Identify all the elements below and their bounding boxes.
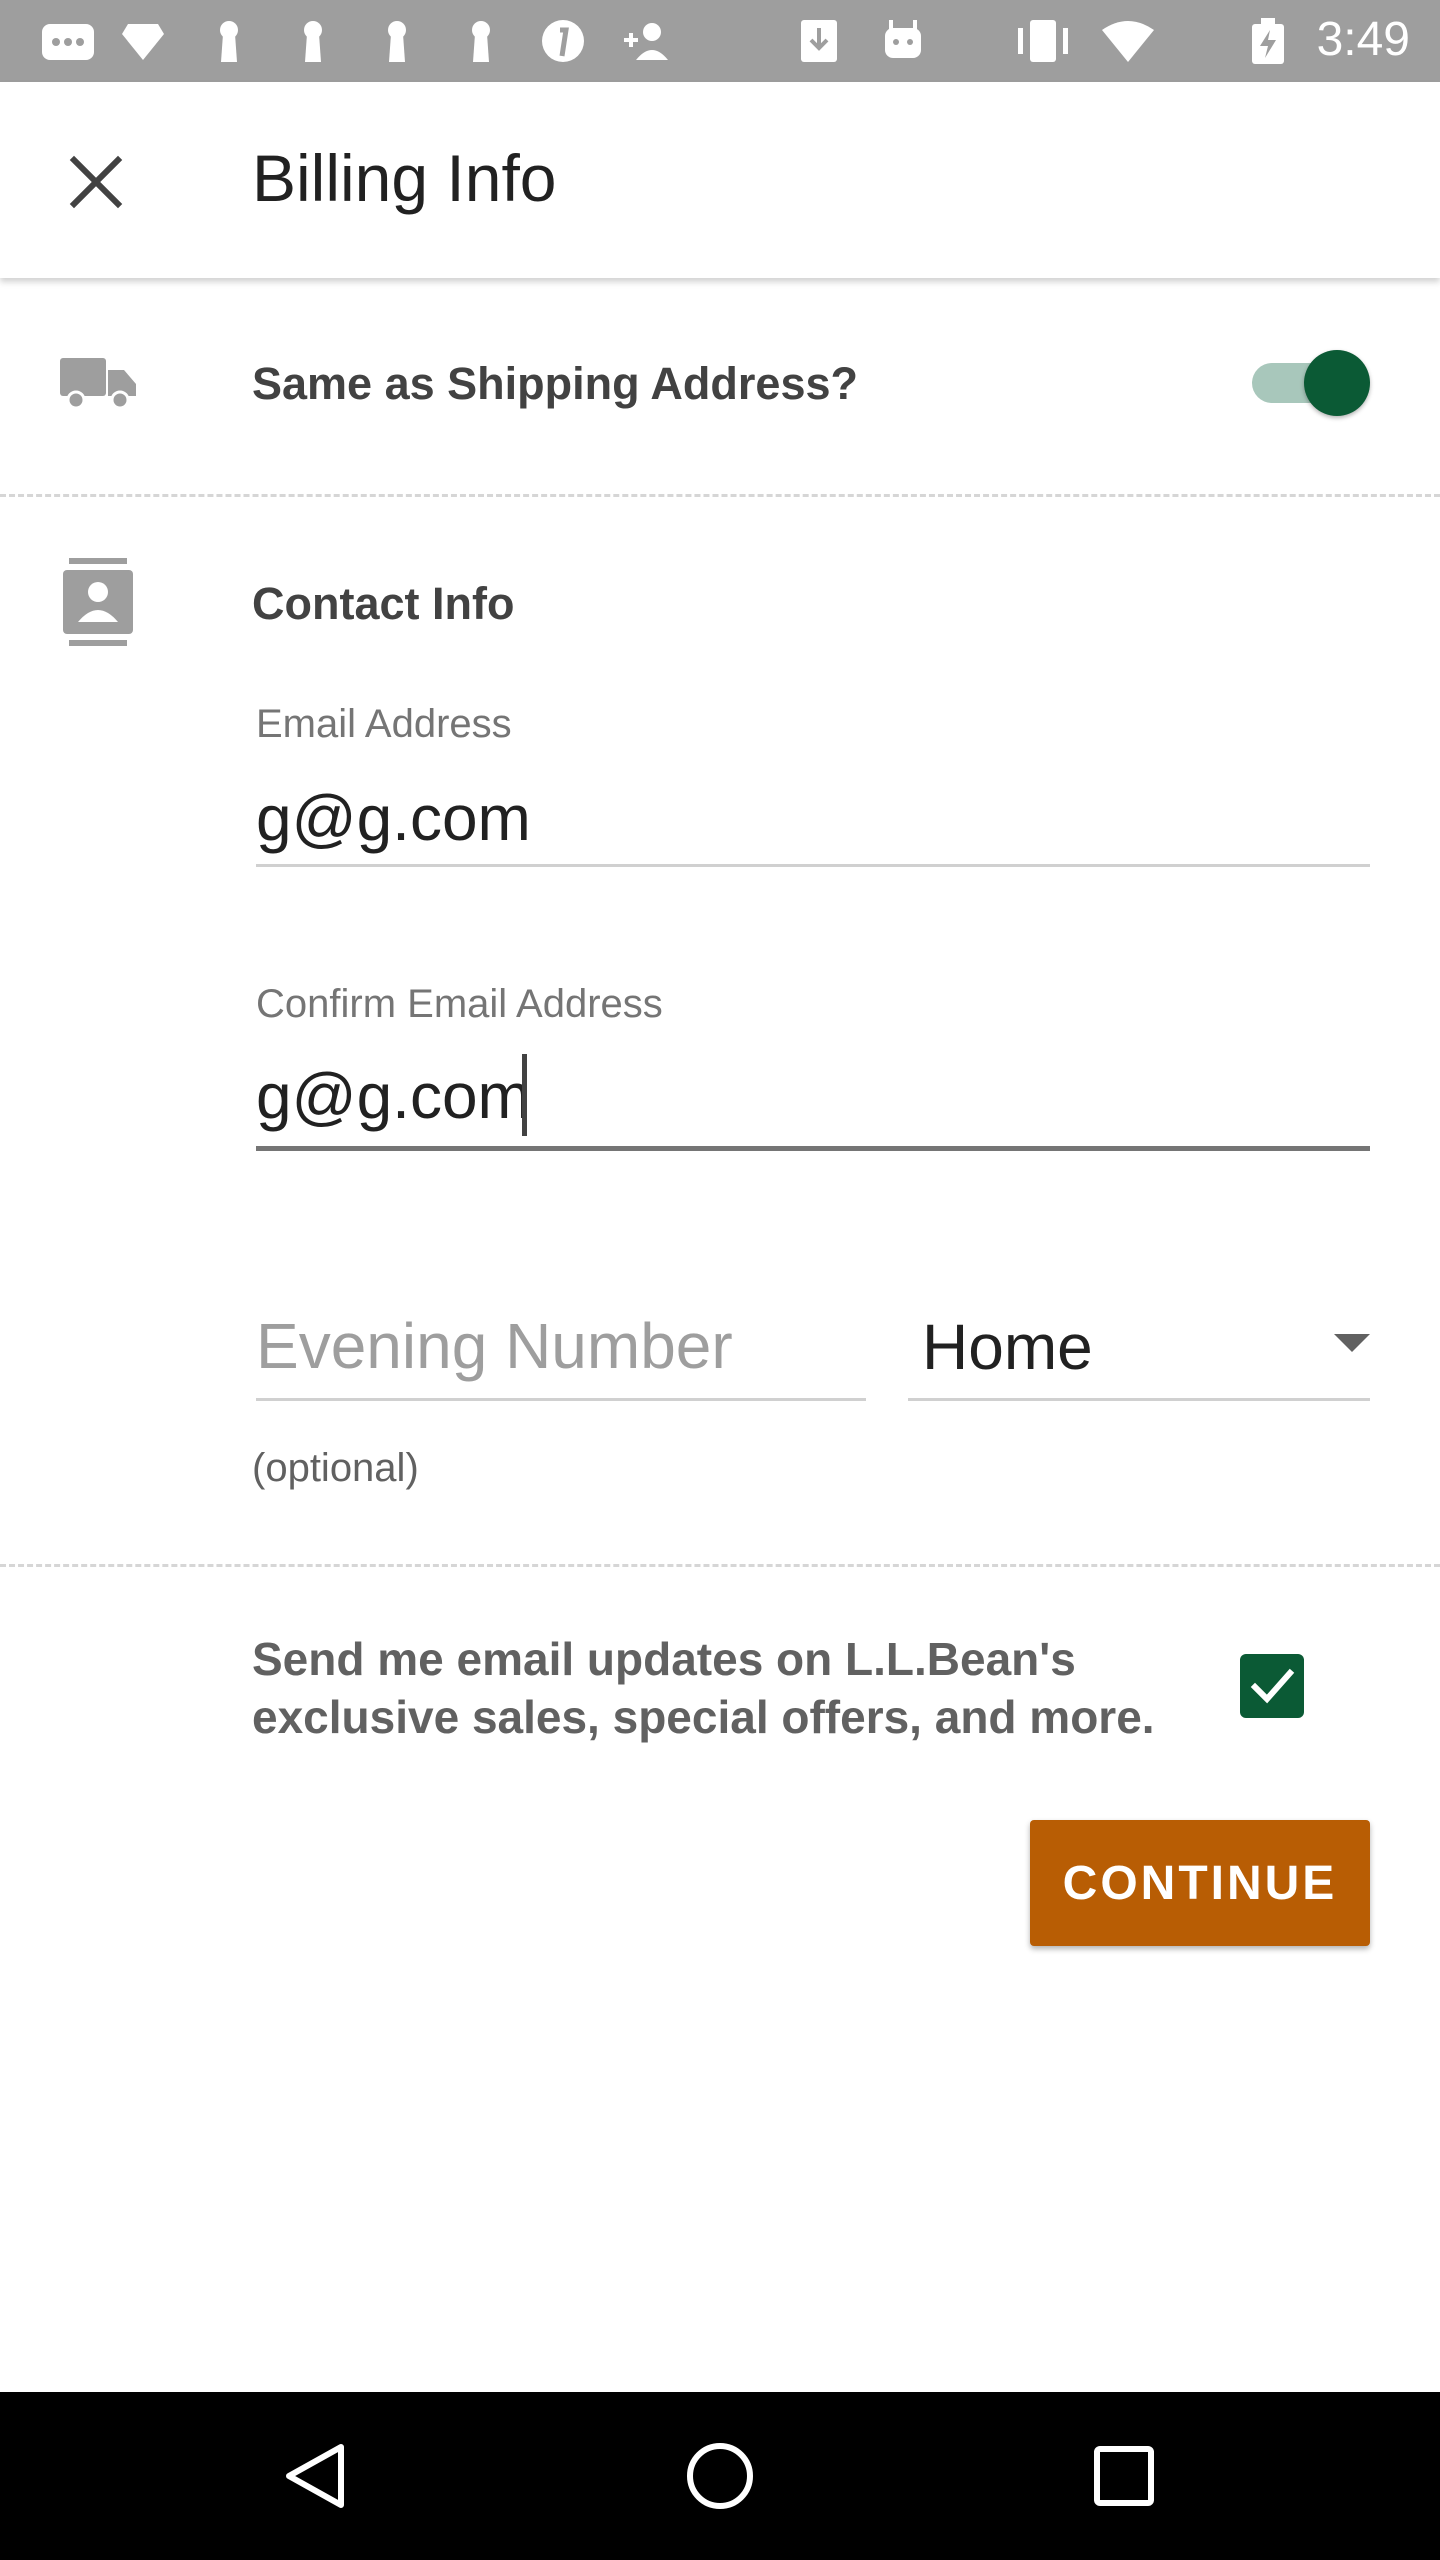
phone-type-underline bbox=[908, 1398, 1370, 1401]
keyhole-icon bbox=[304, 21, 322, 62]
chevron-down-icon bbox=[1334, 1334, 1370, 1352]
back-button[interactable] bbox=[266, 2426, 366, 2526]
vibrate-icon bbox=[1018, 20, 1068, 62]
messages-icon bbox=[42, 24, 94, 60]
add-person-icon bbox=[624, 23, 668, 60]
recents-button[interactable] bbox=[1074, 2426, 1174, 2526]
back-icon bbox=[286, 2444, 344, 2508]
navigation-bar bbox=[0, 2392, 1440, 2560]
evening-number-underline bbox=[256, 1398, 866, 1401]
checkmark-icon bbox=[1250, 1668, 1295, 1704]
wifi-icon bbox=[1102, 21, 1154, 62]
email-updates-label: Send me email updates on L.L.Bean's excl… bbox=[252, 1633, 1155, 1743]
confirm-email-underline bbox=[256, 1146, 1370, 1151]
toggle-thumb bbox=[1304, 350, 1370, 416]
phone-type-select[interactable]: Home bbox=[908, 1290, 1370, 1398]
truck-icon bbox=[50, 334, 146, 430]
app-bar: Billing Info bbox=[0, 82, 1440, 278]
close-button[interactable] bbox=[48, 134, 144, 230]
recents-icon bbox=[1094, 2446, 1154, 2506]
keyhole-icon bbox=[220, 21, 238, 62]
email-updates-checkbox[interactable] bbox=[1240, 1654, 1304, 1718]
optional-note: (optional) bbox=[252, 1446, 419, 1490]
same-as-shipping-label: Same as Shipping Address? bbox=[252, 358, 858, 409]
home-icon bbox=[687, 2443, 753, 2509]
home-button[interactable] bbox=[670, 2426, 770, 2526]
section-divider bbox=[0, 494, 1440, 497]
keyhole-icon bbox=[388, 21, 406, 62]
email-underline bbox=[256, 864, 1370, 867]
close-icon bbox=[69, 155, 123, 209]
contact-card-icon bbox=[50, 554, 146, 650]
keyhole-icon bbox=[472, 21, 490, 62]
section-divider bbox=[0, 1564, 1440, 1567]
email-field[interactable] bbox=[256, 776, 1366, 860]
evening-number-field[interactable] bbox=[256, 1304, 856, 1388]
status-time: 3:49 bbox=[1316, 13, 1410, 66]
download-icon bbox=[801, 20, 837, 62]
status-bar: 3:49 bbox=[0, 0, 1440, 82]
android-icon bbox=[885, 20, 921, 58]
contact-info-title: Contact Info bbox=[252, 578, 515, 629]
confirm-email-label: Confirm Email Address bbox=[256, 982, 663, 1026]
phone-type-value: Home bbox=[922, 1311, 1093, 1383]
pinterest-icon bbox=[542, 20, 584, 62]
battery-charging-icon bbox=[1252, 18, 1284, 64]
confirm-email-field[interactable] bbox=[256, 1054, 1366, 1138]
gem-icon bbox=[122, 24, 164, 60]
same-as-shipping-toggle[interactable] bbox=[1252, 350, 1372, 416]
continue-button[interactable]: CONTINUE bbox=[1030, 1820, 1370, 1946]
email-label: Email Address bbox=[256, 702, 512, 746]
page-title: Billing Info bbox=[252, 141, 557, 215]
text-cursor bbox=[522, 1054, 527, 1136]
